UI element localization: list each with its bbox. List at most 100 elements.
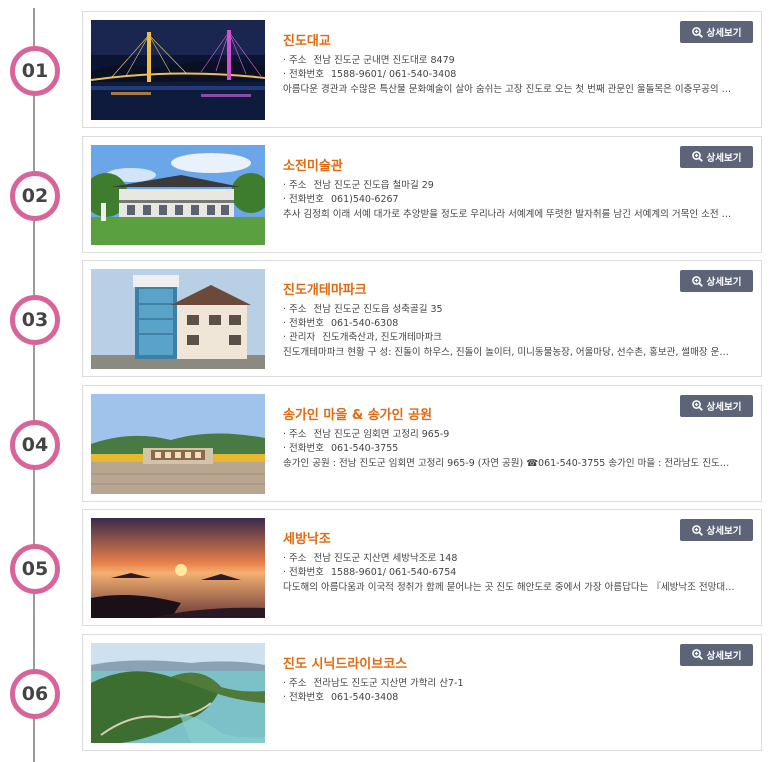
info-row: · 주소 전남 진도군 진도읍 철마길 29 <box>283 179 753 193</box>
info-row: · 주소 전남 진도군 군내면 진도대로 8479 <box>283 54 753 68</box>
attraction-description: 송가인 공원 : 전남 진도군 임회면 고정리 965-9 (자연 공원) ☎0… <box>283 457 737 469</box>
thumbnail-image <box>91 642 265 743</box>
info-label: · 주소 <box>283 553 307 564</box>
info-row: · 주소 전라남도 진도군 지산면 가학리 산7-1 <box>283 677 753 691</box>
detail-view-label: 상세보기 <box>706 152 742 164</box>
info-label: · 전화번호 <box>283 691 324 703</box>
attraction-title[interactable]: 진도대교 <box>283 30 331 49</box>
thumbnail-image <box>91 144 265 245</box>
info-row: · 전화번호 061-540-3408 <box>283 691 753 705</box>
info-label: · 전화번호 <box>283 193 324 205</box>
info-value: 전남 진도군 지산면 세방낙조로 148 <box>313 553 458 564</box>
attraction-entry: 03 진도개테마파크 · 주소 전남 진도군 진도읍 성축골길 35 · 전화번호 06… <box>0 260 771 378</box>
info-value: 061-540-3408 <box>331 691 399 703</box>
info-value: 진도개축산과, 진도개테마파크 <box>322 332 442 343</box>
detail-view-button[interactable]: 상세보기 <box>680 394 753 417</box>
entry-number-badge: 02 <box>10 170 60 221</box>
detail-view-button[interactable]: 상세보기 <box>680 21 753 43</box>
info-label: · 주소 <box>283 304 307 315</box>
info-label: · 주소 <box>283 55 307 66</box>
attraction-entry: 01 진도대교 · 주소 전남 진도군 군내면 진도대로 8479 · 전화번호 158… <box>0 11 771 129</box>
attraction-info: · 주소 전남 진도군 지산면 세방낙조로 148 · 전화번호 1588-9601/… <box>283 552 753 595</box>
attraction-info: · 주소 전남 진도군 군내면 진도대로 8479 · 전화번호 1588-9601/… <box>283 54 753 97</box>
attraction-thumbnail[interactable] <box>91 393 265 494</box>
attraction-title[interactable]: 송가인 마을 & 송가인 공원 <box>283 404 432 423</box>
zoom-in-icon <box>691 26 703 38</box>
attraction-info: · 주소 전남 진도군 진도읍 성축골길 35 · 전화번호 061-540-6308… <box>283 303 753 360</box>
attraction-card: 진도 시닉드라이브코스 · 주소 전라남도 진도군 지산면 가학리 산7-1 · 전화… <box>82 633 762 751</box>
info-label: · 전화번호 <box>283 318 324 329</box>
info-value: 전라남도 진도군 지산면 가학리 산7-1 <box>313 677 464 689</box>
thumbnail-image <box>91 393 265 494</box>
attraction-description: 추사 김정희 이래 서예 대가로 추앙받을 정도로 우리나라 서예계에 뚜렷한 … <box>283 208 737 220</box>
info-row: · 전화번호 061-540-6308 <box>283 317 753 331</box>
attraction-card: 소전미술관 · 주소 전남 진도군 진도읍 철마길 29 · 전화번호 061)540-… <box>82 135 762 253</box>
info-label: · 주소 <box>283 179 307 191</box>
detail-view-button[interactable]: 상세보기 <box>680 519 753 541</box>
attraction-description: 진도개테마파크 현황 구 성: 진돌이 하우스, 진돌이 놀이터, 미니동물농장… <box>283 347 737 358</box>
zoom-in-icon <box>691 275 703 287</box>
thumbnail-image <box>91 20 265 120</box>
attraction-card: 송가인 마을 & 송가인 공원 · 주소 전남 진도군 임회면 고정리 965-9 ·… <box>82 384 762 502</box>
attraction-thumbnail[interactable] <box>91 518 265 618</box>
info-value: 1588-9601/ 061-540-3408 <box>331 69 457 80</box>
attraction-title[interactable]: 진도 시닉드라이브코스 <box>283 653 407 672</box>
info-value: 061)540-6267 <box>331 193 399 205</box>
attraction-description: 아름다운 경관과 수많은 특산물 문화예술이 살아 숨쉬는 고장 진도로 오는 … <box>283 84 737 95</box>
info-label: · 주소 <box>283 428 307 440</box>
info-value: 061-540-3755 <box>331 442 399 454</box>
entry-number-badge: 05 <box>10 544 60 594</box>
info-label: · 주소 <box>283 677 307 689</box>
thumbnail-image <box>91 518 265 618</box>
zoom-in-icon <box>691 400 703 411</box>
detail-view-label: 상세보기 <box>706 277 742 288</box>
detail-view-label: 상세보기 <box>706 526 742 537</box>
info-label: · 전화번호 <box>283 442 324 454</box>
info-value: 전남 진도군 임회면 고정리 965-9 <box>313 428 450 440</box>
attraction-thumbnail[interactable] <box>91 144 265 245</box>
attraction-title[interactable]: 진도개테마파크 <box>283 279 367 298</box>
attraction-title[interactable]: 세방낙조 <box>283 528 331 547</box>
attraction-info: · 주소 전남 진도군 임회면 고정리 965-9 · 전화번호 061-540-37… <box>283 428 753 471</box>
attraction-thumbnail[interactable] <box>91 269 265 369</box>
info-value: 전남 진도군 진도읍 성축골길 35 <box>313 304 443 315</box>
info-row: · 주소 전남 진도군 지산면 세방낙조로 148 <box>283 552 753 566</box>
entry-number-badge: 03 <box>10 295 60 345</box>
detail-view-label: 상세보기 <box>706 401 742 413</box>
attraction-card: 세방낙조 · 주소 전남 진도군 지산면 세방낙조로 148 · 전화번호 1588-9… <box>82 509 762 626</box>
attraction-card: 진도개테마파크 · 주소 전남 진도군 진도읍 성축골길 35 · 전화번호 061-5… <box>82 260 762 377</box>
attraction-entry: 06 진도 시닉드라이브코스 · 주소 전라남도 진도군 지산면 가학리 산7-1 ·… <box>0 633 771 752</box>
zoom-in-icon <box>691 649 703 660</box>
info-value: 전남 진도군 군내면 진도대로 8479 <box>313 55 455 66</box>
thumbnail-image <box>91 269 265 369</box>
attraction-info: · 주소 전라남도 진도군 지산면 가학리 산7-1 · 전화번호 061-540-3… <box>283 677 753 705</box>
detail-view-label: 상세보기 <box>706 650 742 662</box>
attraction-description: 다도해의 아름다움과 이국적 정취가 함께 묻어나는 곳 진도 해안도로 중에서… <box>283 582 737 593</box>
info-value: 전남 진도군 진도읍 철마길 29 <box>313 179 434 191</box>
detail-view-button[interactable]: 상세보기 <box>680 643 753 666</box>
attraction-card: 진도대교 · 주소 전남 진도군 군내면 진도대로 8479 · 전화번호 1588-9… <box>82 11 762 128</box>
attraction-thumbnail[interactable] <box>91 642 265 743</box>
detail-view-label: 상세보기 <box>706 28 742 39</box>
zoom-in-icon <box>691 151 703 162</box>
info-row: · 관리자 진도개축산과, 진도개테마파크 <box>283 331 753 345</box>
zoom-in-icon <box>691 524 703 536</box>
info-row: · 전화번호 061)540-6267 <box>283 193 753 207</box>
attraction-info: · 주소 전남 진도군 진도읍 철마길 29 · 전화번호 061)540-6267 추… <box>283 179 753 222</box>
info-label: · 관리자 <box>283 332 316 343</box>
info-row: · 전화번호 1588-9601/ 061-540-6754 <box>283 566 753 580</box>
info-label: · 전화번호 <box>283 69 324 80</box>
entry-number-badge: 06 <box>10 668 60 719</box>
attraction-title[interactable]: 소전미술관 <box>283 155 343 174</box>
info-row: · 전화번호 1588-9601/ 061-540-3408 <box>283 68 753 82</box>
attraction-thumbnail[interactable] <box>91 20 265 120</box>
detail-view-button[interactable]: 상세보기 <box>680 145 753 168</box>
attraction-entry: 04 송가인 마을 & 송가인 공원 · 주소 전남 진도군 임회면 고정리 965… <box>0 384 771 503</box>
entry-number-badge: 01 <box>10 46 60 96</box>
info-row: · 주소 전남 진도군 임회면 고정리 965-9 <box>283 428 753 442</box>
info-value: 061-540-6308 <box>331 318 399 329</box>
info-value: 1588-9601/ 061-540-6754 <box>331 567 457 578</box>
info-row: · 전화번호 061-540-3755 <box>283 442 753 456</box>
detail-view-button[interactable]: 상세보기 <box>680 270 753 292</box>
info-label: · 전화번호 <box>283 567 324 578</box>
